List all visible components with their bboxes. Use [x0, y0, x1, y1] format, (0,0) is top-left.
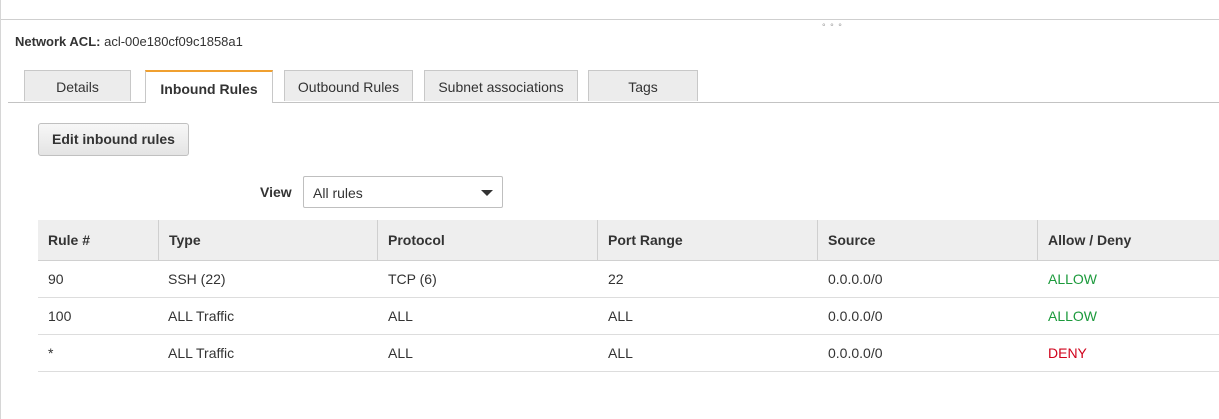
- column-header-rule[interactable]: Rule #: [38, 220, 158, 260]
- panel-resize-divider[interactable]: [1, 19, 1219, 20]
- cell-rule: 90: [48, 271, 64, 287]
- acl-label: Network ACL:: [15, 34, 101, 49]
- cell-type: ALL Traffic: [168, 308, 235, 324]
- acl-id: acl-00e180cf09c1858a1: [104, 34, 243, 49]
- cell-port-range: ALL: [608, 345, 633, 361]
- column-header-type[interactable]: Type: [158, 220, 377, 260]
- tab-details[interactable]: Details: [24, 70, 131, 101]
- view-label: View: [260, 184, 292, 200]
- cell-port-range: 22: [608, 271, 624, 287]
- tab-outbound-rules[interactable]: Outbound Rules: [284, 70, 413, 101]
- chevron-down-icon: [481, 190, 493, 196]
- cell-type: ALL Traffic: [168, 345, 235, 361]
- cell-protocol: ALL: [388, 308, 413, 324]
- cell-source: 0.0.0.0/0: [828, 308, 883, 324]
- column-header-allow-deny[interactable]: Allow / Deny: [1037, 220, 1219, 260]
- inbound-rules-table: Rule # Type Protocol Port Range Source A…: [38, 220, 1219, 372]
- cell-action-deny: DENY: [1048, 345, 1087, 361]
- cell-action-allow: ALLOW: [1048, 308, 1098, 324]
- table-row: * ALL Traffic ALL ALL 0.0.0.0/0 DENY: [38, 335, 1219, 372]
- table-header: Rule # Type Protocol Port Range Source A…: [38, 220, 1219, 261]
- column-header-port-range[interactable]: Port Range: [597, 220, 817, 260]
- cell-type: SSH (22): [168, 271, 226, 287]
- tab-inbound-rules[interactable]: Inbound Rules: [145, 70, 273, 103]
- acl-header: Network ACL: acl-00e180cf09c1858a1: [15, 34, 243, 49]
- table-row: 100 ALL Traffic ALL ALL 0.0.0.0/0 ALLOW: [38, 298, 1219, 335]
- cell-action-allow: ALLOW: [1048, 271, 1098, 287]
- view-filter-value: All rules: [313, 185, 363, 201]
- cell-rule: 100: [48, 308, 72, 324]
- table-row: 90 SSH (22) TCP (6) 22 0.0.0.0/0 ALLOW: [38, 261, 1219, 298]
- tab-bar: Details Inbound Rules Outbound Rules Sub…: [8, 70, 1219, 103]
- cell-source: 0.0.0.0/0: [828, 271, 883, 287]
- cell-protocol: TCP (6): [388, 271, 437, 287]
- view-filter-select[interactable]: All rules: [303, 176, 503, 208]
- panel-left-border: [0, 0, 1, 419]
- cell-source: 0.0.0.0/0: [828, 345, 883, 361]
- cell-port-range: ALL: [608, 308, 633, 324]
- drag-handle-icon[interactable]: ° ° °: [822, 22, 843, 32]
- edit-inbound-rules-button[interactable]: Edit inbound rules: [38, 123, 189, 156]
- tab-subnet-associations[interactable]: Subnet associations: [424, 70, 578, 101]
- column-header-source[interactable]: Source: [817, 220, 1037, 260]
- column-header-protocol[interactable]: Protocol: [377, 220, 597, 260]
- cell-rule: *: [48, 345, 54, 361]
- cell-protocol: ALL: [388, 345, 413, 361]
- tab-tags[interactable]: Tags: [588, 70, 698, 101]
